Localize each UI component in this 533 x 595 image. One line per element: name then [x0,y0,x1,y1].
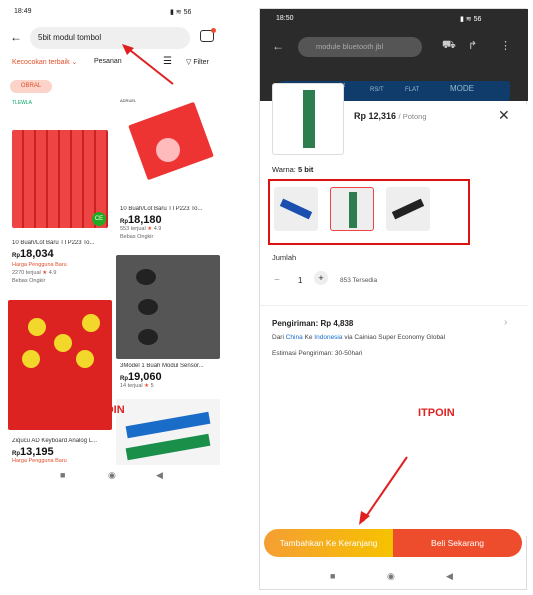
brand-logo: TLEWLA [12,100,33,106]
shipping-label: Bebas Ongkir [12,278,46,284]
variant-option-2[interactable] [330,187,374,231]
add-to-cart-button[interactable]: Tambahkan Ke Keranjang [264,529,393,557]
status-icons: ▮ ≋ 56 [170,9,192,16]
yellow-button [22,350,40,368]
share-icon[interactable]: ↱ [468,39,477,52]
product-title: 10 Buah/Lot Baru TTP223 To... [12,240,95,246]
tab-relevance[interactable]: Kecocokan terbaik ⌄ [12,58,77,66]
variant-option-3[interactable] [386,187,430,231]
filter-button[interactable]: ▽ Filter [186,58,209,66]
product-card-1[interactable]: ADRUEL 10 Buah/Lot Baru TTP223 To... Rp1… [116,96,220,251]
more-icon[interactable]: ⋮ [500,39,511,52]
obral-badge: OBRAL [10,80,52,93]
sold-count: 553 terjual ★ 4.9 [120,226,162,232]
touch-pad [156,138,180,162]
variant-sheet: Rp 12,316 / Potong ✕ Warna: 5 bit Jumlah… [260,83,528,536]
watermark: ITPOIN [418,407,455,419]
yellow-button [28,318,46,336]
color-label: Warna: 5 bit [272,165,314,174]
product-price: Rp18,034 [12,248,54,260]
nav-home-icon[interactable]: ◉ [108,470,116,481]
nav-recent-icon[interactable]: ◀ [156,470,163,481]
product-title: 3Model 1 Buah Modul Sensor... [120,363,204,369]
shipping-title: Pengiriman: Rp 4,838 [272,319,354,328]
pcb-image [391,198,425,220]
nav-back-square-icon[interactable]: ■ [330,571,335,581]
promo-text: Harga Pengguna Baru [12,262,67,268]
nav-home-icon[interactable]: ◉ [387,571,395,582]
sold-count: 2270 terjual ★ 4.9 [12,270,57,276]
status-time: 18:49 [14,8,32,15]
right-screen: 18:50 ▮ ≋ 56 ← module bluetooth jbl ⛟ ↱ … [259,8,528,590]
nav-back-square-icon[interactable]: ■ [60,470,65,480]
product-card-5[interactable] [116,399,220,465]
status-icons: ▮ ≋ 56 [460,16,482,23]
product-card-4[interactable]: Ziqucu AD Keyboard Analog L... Rp13,195 … [8,300,112,465]
buy-now-button[interactable]: Beli Sekarang [393,529,522,557]
banner-text-rst: RS/T [370,87,384,93]
product-card-2[interactable]: TLEWLA CE 10 Buah/Lot Baru TTP223 To... … [8,96,112,296]
joystick-knob [136,269,156,285]
divider [260,305,528,306]
product-image [116,255,220,359]
search-input[interactable]: module bluetooth jbl [298,37,422,57]
banner-text-flat: FLAT [405,87,420,93]
annotation-arrow [359,456,408,525]
shipping-estimate: Estimasi Pengiriman: 30-50hari [272,350,363,357]
chevron-right-icon[interactable]: › [504,317,507,328]
sold-count: 14 terjual ★ 5 [120,383,154,389]
left-screen: 18:49 ▮ ≋ 56 ← 5bit modul tombol Kecocok… [0,0,228,595]
plus-button[interactable]: + [314,271,328,285]
product-price: Rp19,060 [120,371,162,383]
banner-text-mode: MODE [450,84,474,93]
joystick-knob [138,299,158,315]
yellow-button [76,350,94,368]
product-title: Ziqucu AD Keyboard Analog L... [12,438,98,444]
ce-badge: CE [92,212,106,226]
joystick-knob [138,329,158,345]
stock-text: 853 Tersedia [340,277,378,284]
back-arrow-icon[interactable]: ← [10,30,22,44]
watermark: ITPOIN [88,404,125,416]
promo-text: Harga Pengguna Baru [12,458,67,464]
yellow-button [54,334,72,352]
quantity-input[interactable]: 1 [298,276,302,285]
variant-option-1[interactable] [274,187,318,231]
back-arrow-icon[interactable]: ← [272,39,284,53]
pcb-image [279,198,313,220]
variant-price: Rp 12,316 / Potong [354,111,427,121]
status-time: 18:50 [276,15,294,22]
cart-icon[interactable]: ⛟ [442,39,456,53]
product-price: Rp18,180 [120,214,162,226]
notification-dot [211,28,216,33]
selected-variant-image [272,83,344,155]
brand-text: ADRUEL [120,98,137,103]
pcb-image [349,192,357,228]
close-icon[interactable]: ✕ [498,107,510,124]
product-card-3[interactable]: 3Model 1 Buah Modul Sensor... Rp19,060 1… [116,255,220,395]
annotation-arrow [122,44,174,85]
quantity-label: Jumlah [272,253,297,262]
product-price: Rp13,195 [12,446,54,458]
pcb-image [303,90,315,148]
shipping-label: Bebas Ongkir [120,234,154,240]
shipping-route: Dari China Ke Indonesia via Cainiao Supe… [272,334,446,341]
product-title: 10 Buah/Lot Baru TTP223 To... [120,206,203,212]
minus-button[interactable]: − [274,275,280,286]
yellow-button [82,314,100,332]
nav-recent-icon[interactable]: ◀ [446,571,453,582]
